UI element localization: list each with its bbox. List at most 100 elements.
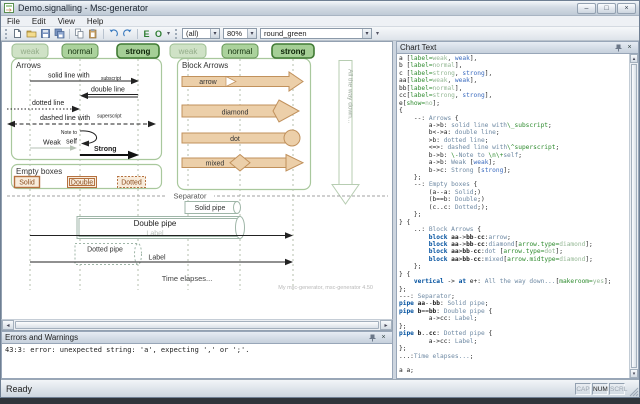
close-button-icon[interactable]: × [617, 3, 636, 14]
code-line: aa[label=weak, weak], [399, 77, 629, 84]
save-all-icon[interactable] [53, 27, 66, 40]
hscroll-thumb[interactable] [15, 321, 379, 329]
code-line: (c..c: Dotted;); [399, 204, 629, 211]
code-line: bb[label=normal], [399, 85, 629, 92]
menubar: File Edit View Help [1, 16, 639, 27]
code-line: vertical -> at e+: All the way down...[m… [399, 278, 629, 285]
double-pipe-label: Double pipe [134, 219, 177, 228]
caps-lock-indicator: CAP [575, 383, 591, 395]
code-editor[interactable]: a [label=weak, weak],b [label=normal],c … [396, 54, 639, 379]
entity-label-strong: strong [126, 47, 151, 56]
chart-footer-note: My msc-generator, msc-generator 4.50 [278, 285, 373, 291]
page-select-value: (all) [183, 29, 210, 38]
self-label: self [66, 139, 77, 146]
code-line: }; [399, 286, 629, 293]
solid-arrow-subscript: subscript [101, 76, 122, 82]
code-line: e[show=no]; [399, 100, 629, 107]
dotted-box-label: Dotted [121, 180, 142, 187]
empty-boxes-group-title: Empty boxes [16, 167, 62, 176]
chevron-down-icon[interactable]: ▾ [210, 29, 219, 38]
pin-icon[interactable] [613, 43, 624, 53]
dashed-arrow-label: dashed line with [40, 115, 90, 122]
solid-pipe-label: Solid pipe [195, 205, 226, 212]
resize-grip[interactable] [626, 381, 639, 397]
code-line: ..: Block Arrows { [399, 226, 629, 233]
code-line: block aa->bb-cc:diamond[arrow.type=diamo… [399, 241, 629, 248]
chart-text-panel: Chart Text × a [label=weak, weak],b [lab… [396, 41, 639, 379]
open-file-icon[interactable] [25, 27, 38, 40]
scroll-down-icon[interactable]: ▾ [630, 369, 638, 378]
entity-label-weak: weak [20, 47, 41, 56]
paste-icon[interactable] [87, 27, 100, 40]
block-dot-head [284, 130, 300, 146]
errors-panel: Errors and Warnings × 43:3: error: unexp… [1, 331, 393, 379]
code-line: { [399, 107, 629, 114]
errors-panel-header[interactable]: Errors and Warnings × [1, 331, 393, 344]
code-line: (b==b: Double;) [399, 196, 629, 203]
code-line: block aa->bb-cc:arrow; [399, 234, 629, 241]
solid-arrow-label: solid line with [48, 73, 90, 80]
toolbar-separator [69, 29, 70, 39]
double-box-label: Double [71, 180, 93, 187]
chevron-down-icon[interactable]: ▾ [247, 29, 256, 38]
scroll-right-icon[interactable]: ▸ [380, 320, 392, 330]
code-line [399, 360, 629, 367]
vertical-arrow-label: All the way down... [347, 69, 354, 123]
undo-icon[interactable] [107, 27, 120, 40]
code-line: a a; [399, 367, 629, 374]
close-icon[interactable]: × [624, 43, 635, 53]
code-lines[interactable]: a [label=weak, weak],b [label=normal],c … [397, 54, 629, 378]
toolbar-overflow-icon[interactable]: ▾ [374, 30, 381, 37]
new-file-icon[interactable] [11, 27, 24, 40]
design-combo[interactable]: round_green ▾ [260, 28, 372, 39]
toolbar-grip[interactable] [175, 29, 178, 39]
window-title: Demo.signalling - Msc-generator [18, 3, 577, 13]
menu-file[interactable]: File [1, 17, 26, 26]
design-value: round_green [261, 29, 362, 38]
chart-text-title: Chart Text [400, 43, 613, 52]
chart-hscrollbar[interactable]: ◂ ▸ [1, 319, 393, 331]
strong-arrow-label: Strong [94, 146, 117, 153]
save-icon[interactable] [39, 27, 52, 40]
code-line: a->cc: Label; [399, 315, 629, 322]
entity-label-normal: normal [68, 47, 93, 56]
zoom-combo[interactable]: 80% ▾ [223, 28, 257, 39]
chevron-down-icon[interactable]: ▾ [362, 29, 371, 38]
block-diamond-label: diamond [222, 110, 249, 117]
close-icon[interactable]: × [378, 333, 389, 343]
maximize-button-icon[interactable]: □ [597, 3, 616, 14]
statusbar: Ready CAP NUM SCRL [1, 379, 639, 397]
main-area: weak normal strong weak normal strong Ar… [1, 41, 639, 379]
copy-icon[interactable] [73, 27, 86, 40]
minimize-button-icon[interactable]: – [577, 3, 596, 14]
code-line: b->b: \-Note to \n\+self; [399, 152, 629, 159]
error-message[interactable]: 43:3: error: unexpected string: 'a', exp… [1, 344, 393, 379]
embedded-toggle-button[interactable]: E [141, 27, 152, 40]
page-select-combo[interactable]: (all) ▾ [182, 28, 220, 39]
menu-view[interactable]: View [52, 17, 81, 26]
entity-label-normal: normal [228, 47, 253, 56]
code-line: b<->a: double line; [399, 129, 629, 136]
toolbar-separator [137, 29, 138, 39]
menu-help[interactable]: Help [81, 17, 109, 26]
code-vscrollbar[interactable]: ▴ ▾ [629, 54, 638, 378]
weak-arrow-label: Weak [43, 140, 61, 147]
pin-icon[interactable] [367, 333, 378, 343]
code-line: --: Arrows { [399, 115, 629, 122]
chart-canvas[interactable]: weak normal strong weak normal strong Ar… [1, 41, 393, 319]
block-dot-label: dot [230, 136, 240, 143]
double-pipe-arrowhead [285, 232, 293, 238]
scroll-lock-indicator: SCRL [609, 383, 625, 395]
scroll-left-icon[interactable]: ◂ [2, 320, 14, 330]
chart-text-header[interactable]: Chart Text × [396, 41, 639, 54]
redo-icon[interactable] [121, 27, 134, 40]
menu-edit[interactable]: Edit [26, 17, 52, 26]
toolbar-grip[interactable] [5, 29, 8, 39]
toolbar-dropdown-icon[interactable]: ▾ [165, 30, 172, 37]
vscroll-thumb[interactable] [631, 64, 637, 368]
time-elapses-label: Time elapses... [162, 274, 213, 283]
object-toggle-button[interactable]: O [153, 27, 164, 40]
code-line: pipe b==bb: Double pipe { [399, 308, 629, 315]
scroll-up-icon[interactable]: ▴ [630, 54, 638, 63]
code-line: pipe b..cc: Dotted pipe { [399, 330, 629, 337]
